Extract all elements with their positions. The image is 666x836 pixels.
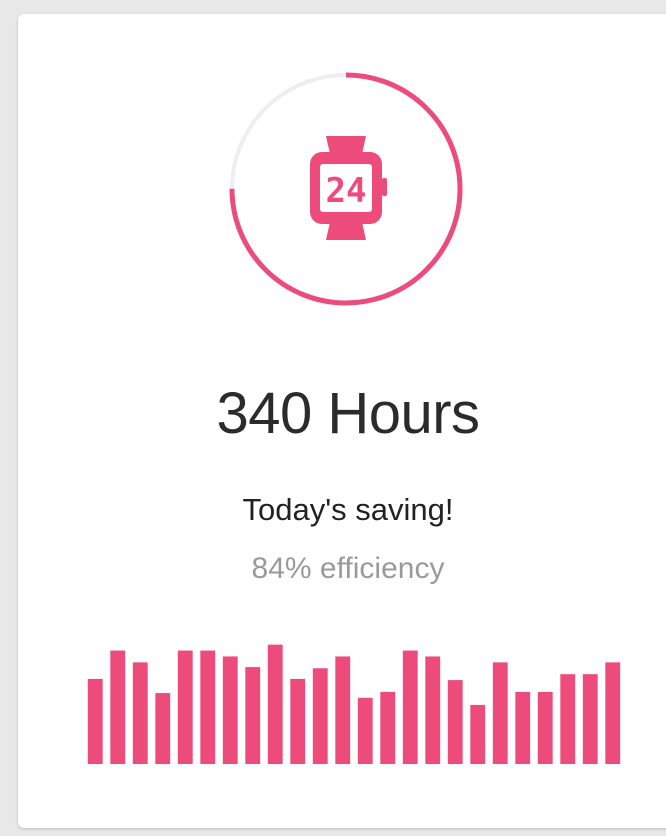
chart-bar-13 <box>357 697 373 764</box>
smartwatch-display: 24 <box>326 171 367 211</box>
chart-bar-4 <box>155 693 171 764</box>
chart-bar-18 <box>470 704 486 764</box>
chart-bar-5 <box>177 650 193 764</box>
chart-bar-14 <box>380 691 396 764</box>
chart-bar-10 <box>290 678 306 764</box>
hours-value: 340 Hours <box>216 381 480 446</box>
chart-bar-21 <box>537 691 553 764</box>
chart-bar-9 <box>267 644 283 764</box>
chart-bar-2 <box>110 650 126 764</box>
stat-card: 24 340 Hours Today's saving! 84% efficie… <box>18 14 666 828</box>
chart-bar-7 <box>222 656 238 764</box>
chart-bar-17 <box>447 680 463 764</box>
chart-bar-20 <box>515 691 531 764</box>
saving-caption: Today's saving! <box>242 492 454 527</box>
chart-bar-1 <box>87 678 103 764</box>
smartwatch-icon: 24 <box>304 132 388 244</box>
chart-bar-6 <box>200 650 216 764</box>
chart-bar-16 <box>425 656 441 764</box>
chart-bar-8 <box>245 667 261 764</box>
chart-bar-23 <box>582 674 598 764</box>
chart-bar-12 <box>335 656 351 764</box>
efficiency-label: 84% efficiency <box>251 552 445 585</box>
chart-bar-24 <box>605 662 621 764</box>
chart-bar-11 <box>312 668 328 764</box>
chart-bar-19 <box>492 662 508 764</box>
chart-bar-15 <box>402 650 418 764</box>
bar-chart <box>87 644 621 764</box>
chart-bar-3 <box>132 662 148 764</box>
progress-ring: 24 <box>229 72 463 306</box>
chart-bar-22 <box>560 674 576 764</box>
